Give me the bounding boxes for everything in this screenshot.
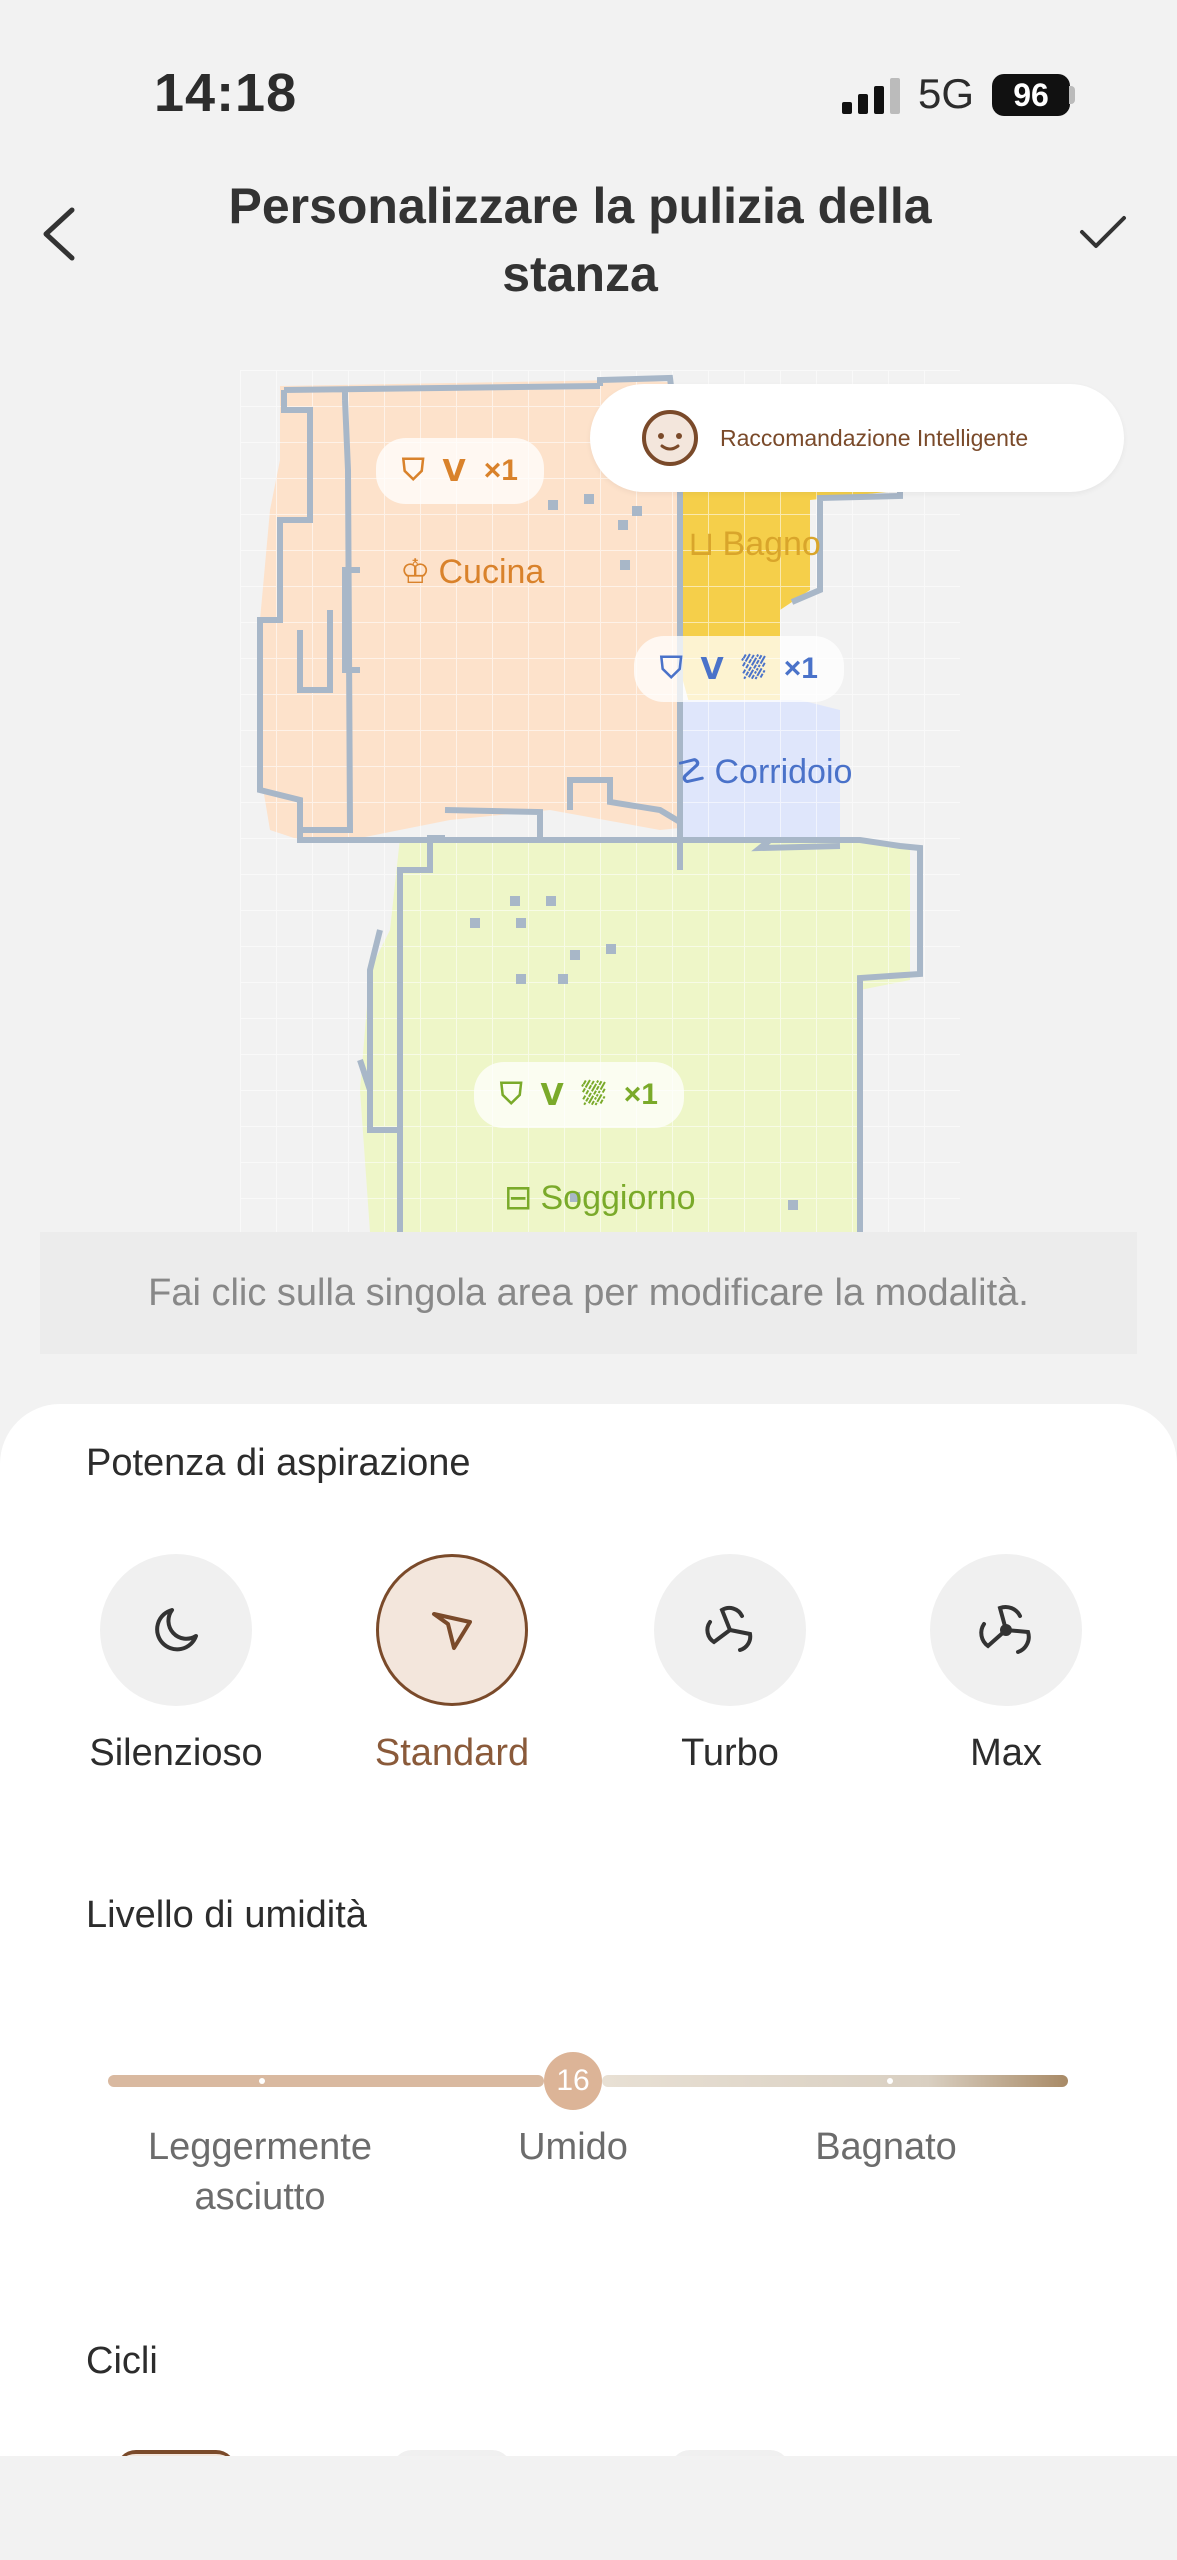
- slider-tick: [887, 2078, 893, 2084]
- moon-icon: [155, 1608, 198, 1652]
- cycle-count: ×1: [483, 454, 518, 487]
- mode-max[interactable]: Max: [896, 1554, 1116, 1775]
- fan-icon: ᐯ: [442, 454, 466, 488]
- status-bar: 14:18 5G 96: [0, 0, 1177, 190]
- water-icon: ⛉: [402, 454, 425, 487]
- suction-title: Potenza di aspirazione: [86, 1442, 471, 1484]
- hint-text: Fai clic sulla singola area per modifica…: [40, 1232, 1137, 1354]
- mode-silenzioso[interactable]: Silenzioso: [66, 1554, 286, 1775]
- page-title: Personalizzare la pulizia della stanza: [228, 178, 932, 302]
- fan-icon: ᐯ: [540, 1078, 564, 1112]
- water-icon: ⛉: [500, 1078, 523, 1111]
- mode-circle[interactable]: [930, 1554, 1082, 1706]
- checkmark-icon[interactable]: [1078, 212, 1128, 252]
- mode-circle[interactable]: [654, 1554, 806, 1706]
- humidity-slider-knob[interactable]: 16: [544, 2052, 602, 2110]
- mode-circle[interactable]: [100, 1554, 252, 1706]
- cycles-title: Cicli: [86, 2340, 158, 2382]
- mop-icon: ⛆: [741, 652, 766, 685]
- mode-label: Silenzioso: [89, 1732, 263, 1774]
- status-time: 14:18: [154, 63, 298, 123]
- mop-icon: ⛆: [581, 1078, 606, 1111]
- mode-turbo[interactable]: Turbo: [620, 1554, 840, 1775]
- room-name: Corridoio: [714, 752, 853, 791]
- fan-max-icon: [979, 1604, 1031, 1654]
- smart-recommendation-button[interactable]: Raccomandazione Intelligente: [590, 384, 1124, 492]
- fan-standard-icon: [432, 1612, 472, 1650]
- mode-label: Turbo: [681, 1732, 779, 1774]
- cucina-settings-bubble[interactable]: ⛉ ᐯ ×1: [376, 438, 544, 504]
- mode-standard[interactable]: Standard: [342, 1554, 562, 1775]
- bathtub-icon: ⊔: [688, 525, 715, 563]
- mode-label: Standard: [374, 1732, 530, 1774]
- room-name: Bagno: [722, 524, 821, 563]
- humidity-slider-track[interactable]: [602, 2075, 1068, 2087]
- cycle-count: ×1: [623, 1078, 658, 1111]
- sofa-icon: ⊟: [504, 1179, 533, 1217]
- bottom-area: [0, 2456, 1177, 2560]
- slider-tick: [259, 2078, 265, 2084]
- battery-cap: [1069, 86, 1075, 104]
- mode-label: Max: [970, 1732, 1042, 1774]
- room-label-soggiorno[interactable]: ⊟ Soggiorno: [504, 1178, 696, 1218]
- label-line: Leggermente: [148, 2126, 372, 2168]
- signal-icon: [842, 78, 900, 114]
- network-type: 5G: [918, 70, 975, 117]
- room-label-bagno[interactable]: ⊔ Bagno: [688, 524, 821, 564]
- fan-icon: ᐯ: [700, 652, 724, 686]
- label-line: asciutto: [194, 2176, 326, 2218]
- room-name: Soggiorno: [540, 1178, 696, 1217]
- robot-face-icon: [642, 410, 698, 466]
- humidity-title: Livello di umidità: [86, 1894, 367, 1936]
- chef-hat-icon: ♔: [400, 553, 431, 591]
- humidity-label-dry[interactable]: Leggermente asciutto: [110, 2122, 410, 2222]
- humidity-label-wet[interactable]: Umido: [473, 2122, 673, 2172]
- cycle-count: ×1: [783, 652, 818, 685]
- water-icon: ⛉: [660, 652, 683, 685]
- corridoio-settings-bubble[interactable]: ⛉ ᐯ ⛆ ×1: [634, 636, 844, 702]
- soggiorno-settings-bubble[interactable]: ⛉ ᐯ ⛆ ×1: [474, 1062, 684, 1128]
- humidity-label-soaked[interactable]: Bagnato: [766, 2122, 1006, 2172]
- battery-icon: 96: [992, 74, 1070, 116]
- footprint-icon: ☡: [676, 753, 707, 791]
- chevron-left-icon[interactable]: [38, 206, 82, 262]
- room-label-corridoio[interactable]: ☡ Corridoio: [676, 752, 852, 792]
- smart-recommendation-label: Raccomandazione Intelligente: [720, 424, 1029, 451]
- room-label-cucina[interactable]: ♔ Cucina: [400, 552, 544, 592]
- fan-turbo-icon: [705, 1605, 753, 1652]
- humidity-slider-fill[interactable]: [108, 2075, 544, 2087]
- room-name: Cucina: [438, 552, 545, 591]
- mode-circle[interactable]: [376, 1554, 528, 1706]
